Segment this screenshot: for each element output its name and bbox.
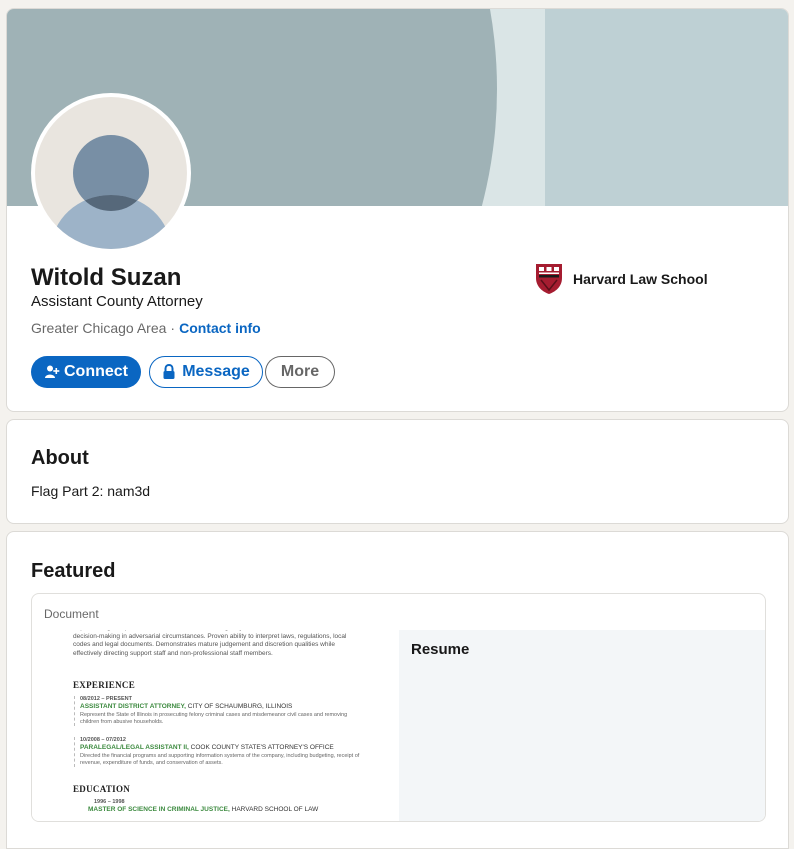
profile-card: Witold Suzan Assistant County Attorney G… xyxy=(6,8,789,412)
avatar-neck-shadow xyxy=(73,195,149,211)
message-button[interactable]: Message xyxy=(149,356,263,388)
resume-summary: of presenting complex trials and stateme… xyxy=(73,630,347,657)
about-card: About Flag Part 2: nam3d xyxy=(6,419,789,524)
contact-info-link[interactable]: Contact info xyxy=(179,320,261,336)
avatar-body xyxy=(51,195,171,249)
job-desc: Directed the financial programs and supp… xyxy=(80,753,360,766)
lock-icon xyxy=(163,364,175,379)
job-dates: 08/2012 – PRESENT xyxy=(80,696,132,702)
education-link[interactable]: Harvard Law School xyxy=(535,263,708,295)
profile-location: Greater Chicago Area xyxy=(31,320,167,336)
featured-document[interactable]: Document of presenting complex trials an… xyxy=(31,593,766,822)
resume-preview: of presenting complex trials and stateme… xyxy=(73,630,363,813)
more-button[interactable]: More xyxy=(265,356,335,388)
school-name: Harvard Law School xyxy=(573,271,708,287)
job-org: CITY OF SCHAUMBURG, ILLINOIS xyxy=(185,703,293,710)
featured-card: Featured Document of presenting complex … xyxy=(6,531,789,849)
harvard-shield-logo xyxy=(536,264,562,294)
document-type-label: Document xyxy=(44,607,99,621)
connect-button[interactable]: Connect xyxy=(31,356,141,388)
job-title: ASSISTANT DISTRICT ATTORNEY, xyxy=(80,703,186,710)
profile-name: Witold Suzan xyxy=(31,264,182,291)
message-label: Message xyxy=(182,363,250,380)
job-org: COOK COUNTY STATE'S ATTORNEY'S OFFICE xyxy=(188,744,334,751)
resume-experience-heading: EXPERIENCE xyxy=(73,680,136,690)
separator-dot: · xyxy=(170,320,176,336)
resume-job: 10/2008 – 07/2012 PARALEGAL/LEGAL ASSIST… xyxy=(74,737,362,767)
document-title: Resume xyxy=(411,641,470,658)
education-dates: 1996 – 1998 xyxy=(94,799,125,805)
resume-education-heading: EDUCATION xyxy=(73,784,131,794)
avatar[interactable] xyxy=(31,93,191,253)
featured-title: Featured xyxy=(31,560,116,582)
job-role: ASSISTANT DISTRICT ATTORNEY, CITY OF SCH… xyxy=(80,703,362,710)
avatar-placeholder xyxy=(35,97,187,249)
profile-headline: Assistant County Attorney xyxy=(31,293,203,310)
job-dates: 10/2008 – 07/2012 xyxy=(80,737,126,743)
job-desc: Represent the State of Illinois in prose… xyxy=(80,712,348,725)
about-title: About xyxy=(31,447,89,469)
education-degree: MASTER OF SCIENCE IN CRIMINAL JUSTICE, H… xyxy=(88,806,370,813)
degree-title: MASTER OF SCIENCE IN CRIMINAL JUSTICE, xyxy=(88,806,230,813)
about-text: Flag Part 2: nam3d xyxy=(31,483,151,499)
job-role: PARALEGAL/LEGAL ASSISTANT II, COOK COUNT… xyxy=(80,744,362,751)
location-line: Greater Chicago Area · Contact info xyxy=(31,320,261,336)
resume-education-entry: 1996 – 1998 MASTER OF SCIENCE IN CRIMINA… xyxy=(88,799,370,815)
job-title: PARALEGAL/LEGAL ASSISTANT II, xyxy=(80,744,189,751)
connect-label: Connect xyxy=(64,363,128,380)
document-thumbnail: of presenting complex trials and stateme… xyxy=(32,630,399,821)
profile-actions: Connect Message More xyxy=(31,356,335,388)
document-info-panel: Resume xyxy=(399,630,765,821)
person-add-icon xyxy=(45,365,60,378)
resume-job: 08/2012 – PRESENT ASSISTANT DISTRICT ATT… xyxy=(74,696,362,726)
degree-school: HARVARD SCHOOL OF LAW xyxy=(229,806,319,813)
